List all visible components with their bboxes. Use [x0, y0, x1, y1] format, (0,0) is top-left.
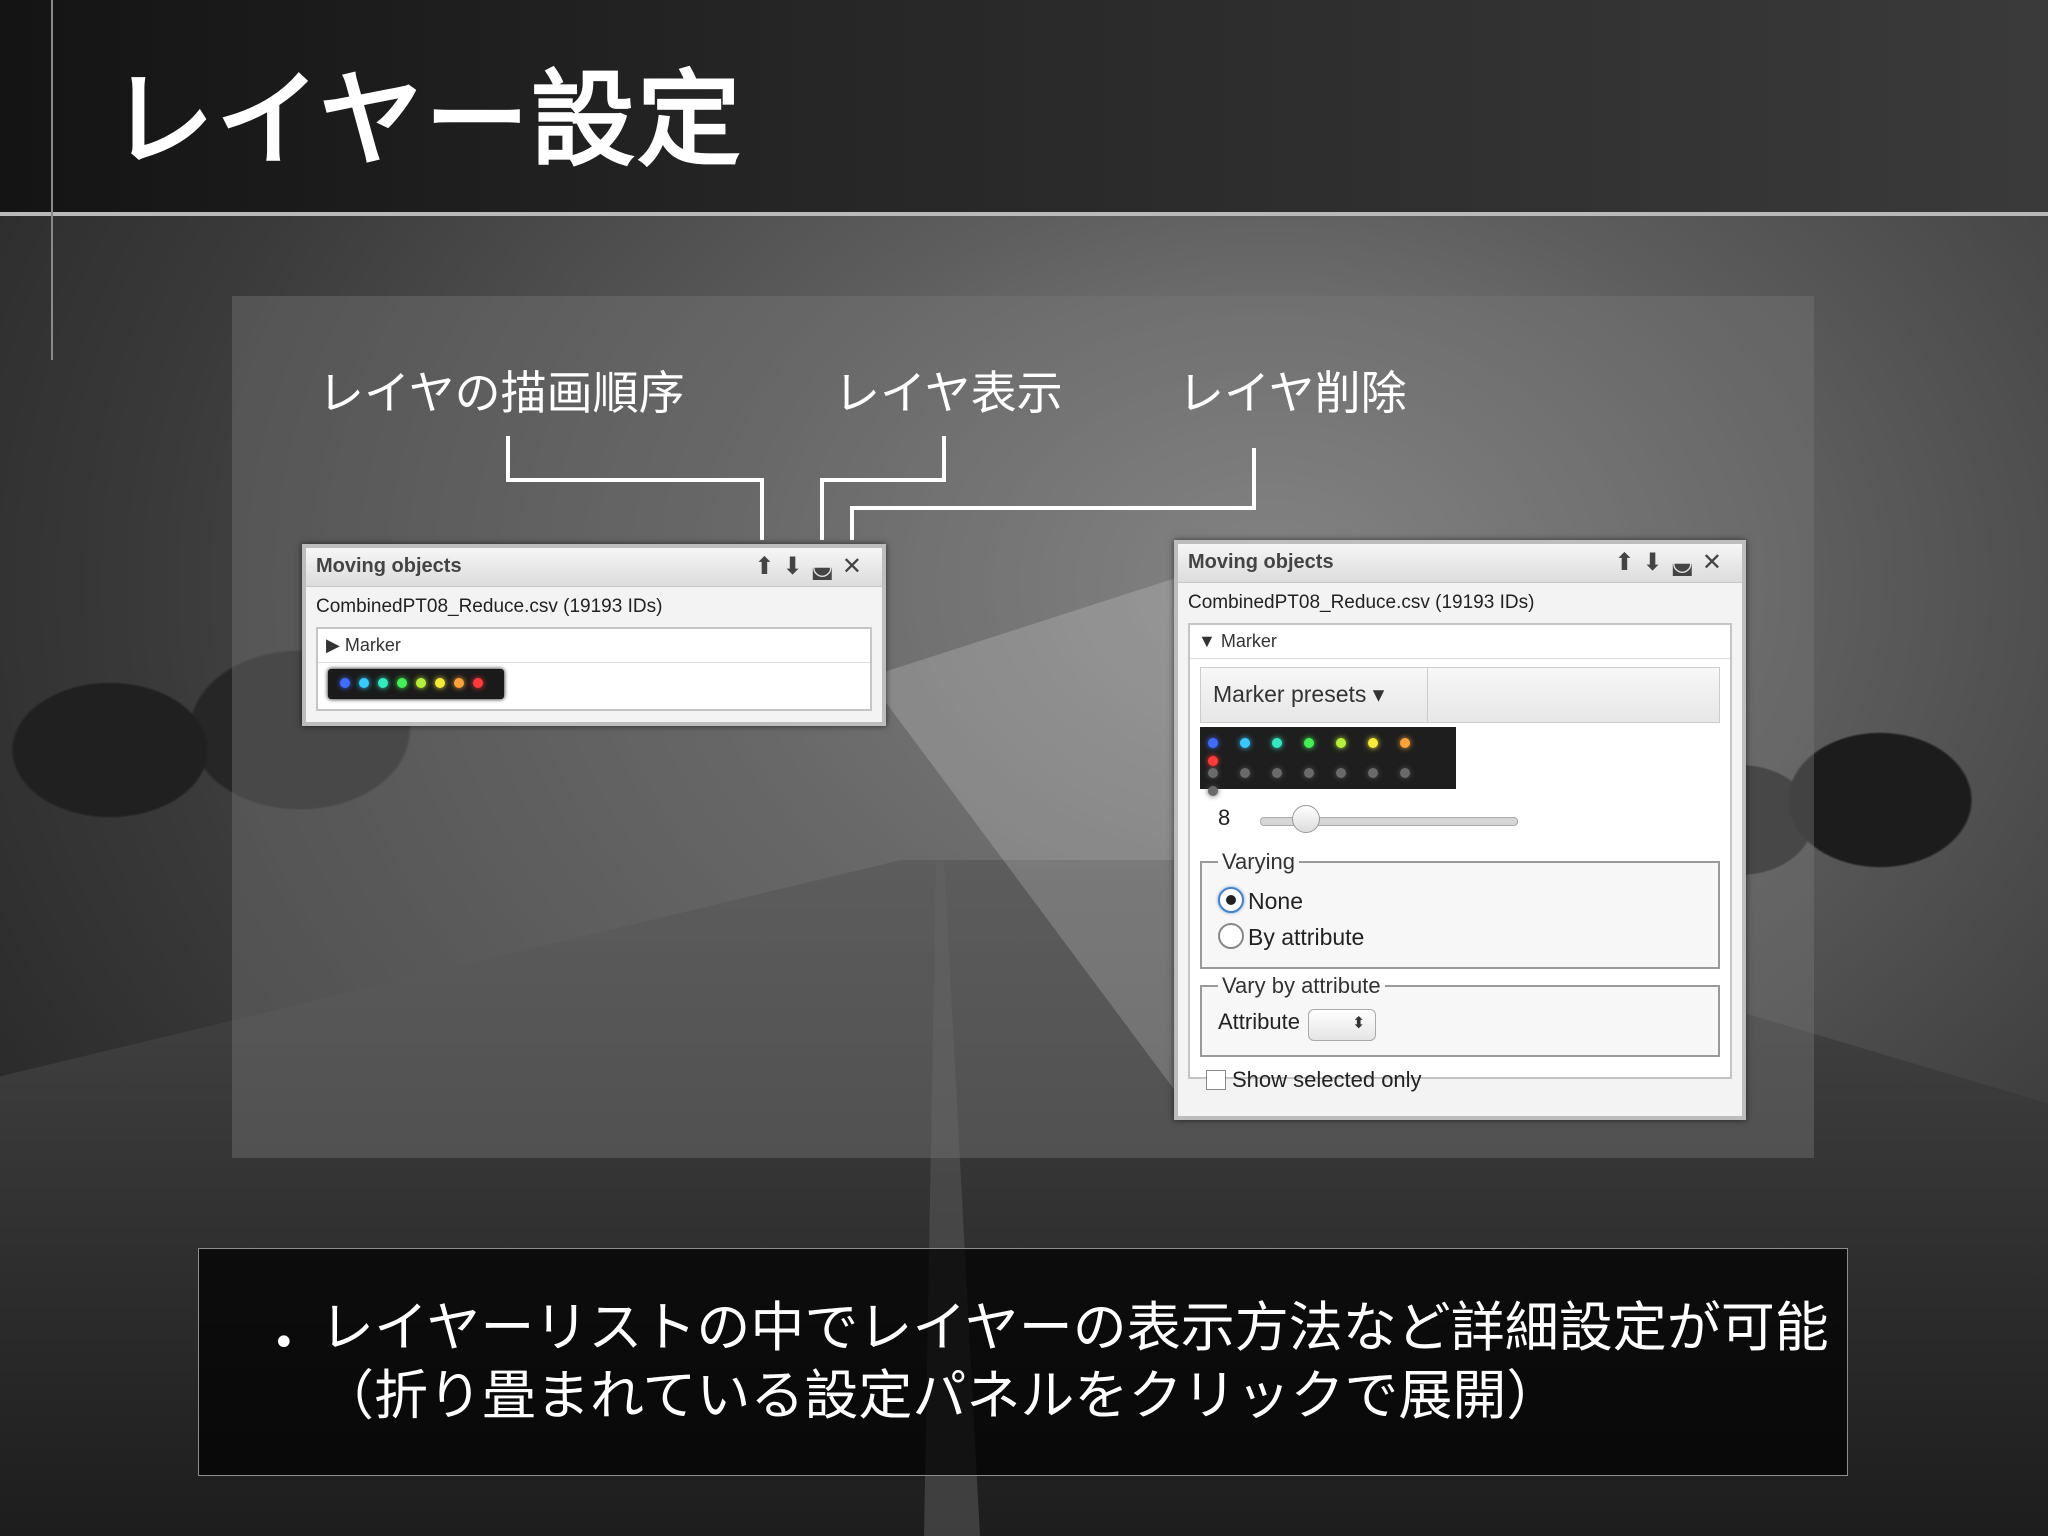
varying-group: Varying None By attribute: [1200, 849, 1720, 969]
marker-dot: [359, 678, 369, 688]
vary-by-attribute-group: Vary by attribute Attribute ⬍: [1200, 973, 1720, 1057]
marker-dot[interactable]: [1208, 738, 1218, 748]
marker-dot: [435, 678, 445, 688]
marker-dot: [378, 678, 388, 688]
marker-dot[interactable]: [1208, 768, 1218, 778]
marker-dot[interactable]: [1240, 738, 1250, 748]
eye-icon[interactable]: ◛: [1671, 549, 1702, 576]
arrow-up-icon[interactable]: ⬆: [754, 553, 782, 580]
marker-dot: [473, 678, 483, 688]
marker-dot: [397, 678, 407, 688]
marker-dot[interactable]: [1336, 738, 1346, 748]
layer-titlebar: Moving objects ⬆⬇◛✕: [306, 548, 882, 587]
arrow-up-icon[interactable]: ⬆: [1614, 549, 1642, 576]
marker-section-toggle[interactable]: ▶ Marker: [318, 629, 870, 663]
marker-dot[interactable]: [1272, 738, 1282, 748]
radio-none-label: None: [1248, 888, 1303, 914]
layer-window-expanded: Moving objects ⬆⬇◛✕ CombinedPT08_Reduce.…: [1174, 540, 1746, 1120]
marker-dot: [454, 678, 464, 688]
marker-dot[interactable]: [1304, 768, 1314, 778]
marker-preview[interactable]: [328, 669, 504, 699]
marker-presets-toolbar: Marker presets ▾: [1200, 667, 1720, 723]
radio-selected-icon: [1218, 887, 1244, 913]
vary-by-attribute-legend: Vary by attribute: [1222, 973, 1381, 998]
marker-dot: [416, 678, 426, 688]
marker-section-label: Marker: [344, 635, 401, 655]
slide-title: レイヤー設定: [110, 59, 743, 181]
close-icon[interactable]: ✕: [1702, 549, 1730, 576]
radio-by-attribute[interactable]: By attribute: [1218, 923, 1702, 951]
title-divider: [51, 0, 53, 360]
marker-dot[interactable]: [1304, 738, 1314, 748]
updown-icon: ⬍: [1351, 1015, 1366, 1032]
dropdown-arrow-icon: ▾: [1372, 681, 1385, 707]
layer-title: Moving objects: [1188, 551, 1334, 573]
radio-none[interactable]: None: [1218, 887, 1702, 915]
toolbar-separator: [1427, 668, 1428, 722]
attribute-select[interactable]: ⬍: [1308, 1009, 1377, 1041]
marker-section: ▼ Marker Marker presets ▾ 8 Varying None…: [1188, 623, 1732, 1092]
layer-window-collapsed: Moving objects ⬆⬇◛✕ CombinedPT08_Reduce.…: [302, 544, 886, 726]
marker-preview-row: [318, 663, 870, 709]
varying-legend: Varying: [1222, 849, 1295, 874]
close-icon[interactable]: ✕: [842, 553, 870, 580]
arrow-down-icon[interactable]: ⬇: [1642, 549, 1670, 576]
attribute-row: Attribute ⬍: [1218, 1009, 1702, 1041]
bullet-text: レイヤーリストの中でレイヤーの表示方法など詳細設定が可能（折り畳まれている設定パ…: [320, 1296, 1829, 1427]
marker-dot[interactable]: [1368, 738, 1378, 748]
bullet-icon: •: [272, 1320, 296, 1366]
marker-dot[interactable]: [1368, 768, 1378, 778]
marker-section-label: Marker: [1220, 631, 1277, 651]
triangle-down-icon: ▼: [1198, 631, 1216, 651]
callout-visibility: レイヤ表示: [834, 366, 1063, 420]
marker-dot[interactable]: [1400, 738, 1410, 748]
layer-controls: ⬆⬇◛✕: [1614, 548, 1730, 577]
show-selected-only-checkbox[interactable]: Show selected only: [1206, 1067, 1714, 1093]
callout-draw-order: レイヤの描画順序: [318, 366, 685, 420]
marker-presets-label: Marker presets: [1213, 681, 1367, 707]
layer-file-name: CombinedPT08_Reduce.csv (19193 IDs): [1188, 592, 1535, 613]
triangle-right-icon: ▶: [326, 635, 340, 655]
arrow-down-icon[interactable]: ⬇: [782, 553, 810, 580]
marker-size-row: 8: [1200, 795, 1720, 845]
marker-section: ▶ Marker: [316, 627, 872, 711]
callout-delete: レイヤ削除: [1178, 366, 1407, 420]
layer-controls: ⬆⬇◛✕: [754, 552, 870, 581]
layer-title: Moving objects: [316, 555, 462, 577]
radio-unselected-icon: [1218, 923, 1244, 949]
marker-color-grid[interactable]: [1200, 727, 1456, 796]
eye-icon[interactable]: ◛: [811, 553, 842, 580]
slider-handle[interactable]: [1292, 805, 1320, 833]
marker-dot[interactable]: [1400, 768, 1410, 778]
marker-dot: [340, 678, 350, 688]
show-selected-only-label: Show selected only: [1232, 1067, 1422, 1092]
marker-dot[interactable]: [1336, 768, 1346, 778]
marker-size-value: 8: [1218, 805, 1231, 830]
radio-by-attribute-label: By attribute: [1248, 924, 1365, 950]
layer-file-name: CombinedPT08_Reduce.csv (19193 IDs): [316, 596, 663, 617]
layer-titlebar: Moving objects ⬆⬇◛✕: [1178, 544, 1742, 583]
marker-dot[interactable]: [1240, 768, 1250, 778]
checkbox-icon: [1206, 1070, 1226, 1090]
marker-presets-button[interactable]: Marker presets ▾: [1213, 681, 1384, 708]
marker-section-toggle[interactable]: ▼ Marker: [1190, 625, 1730, 659]
marker-dot[interactable]: [1272, 768, 1282, 778]
attribute-label: Attribute: [1218, 1009, 1300, 1035]
